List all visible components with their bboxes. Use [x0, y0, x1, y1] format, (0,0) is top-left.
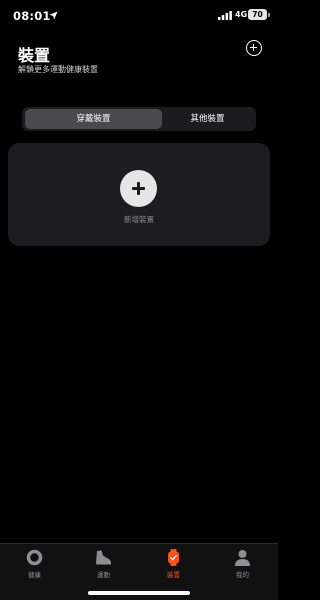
person-icon: [235, 550, 250, 566]
tab-health[interactable]: 健康: [0, 544, 69, 584]
health-ring-icon: [26, 549, 43, 566]
page-title: 裝置: [18, 46, 51, 65]
status-bar: 08:01 4G 70: [0, 0, 278, 34]
tab-health-label: 健康: [28, 571, 41, 579]
segment-other-devices[interactable]: 其他裝置: [162, 109, 253, 129]
tab-mine[interactable]: 我的: [208, 544, 277, 584]
add-device-label: 新增裝置: [124, 215, 154, 224]
tab-sport[interactable]: 運動: [69, 544, 138, 584]
tab-device-label: 裝置: [167, 571, 180, 579]
battery-cap: [268, 12, 270, 17]
shoe-icon: [96, 550, 111, 565]
segment-wearable-devices[interactable]: 穿戴裝置: [25, 109, 162, 129]
watch-icon: [168, 549, 179, 566]
battery-icon: 70: [248, 9, 267, 20]
status-time: 08:01: [13, 9, 51, 23]
network-type: 4G: [235, 10, 248, 19]
location-arrow-icon: [49, 11, 58, 20]
signal-icon: [218, 11, 232, 20]
add-icon[interactable]: [246, 40, 262, 56]
home-indicator: [88, 591, 190, 595]
page-subtitle[interactable]: 解鎖更多運動健康裝置: [18, 64, 98, 75]
add-device-button[interactable]: [120, 170, 157, 207]
tab-device[interactable]: 裝置: [139, 544, 208, 584]
tab-sport-label: 運動: [97, 571, 110, 579]
device-type-segment: 穿戴裝置 其他裝置: [22, 107, 256, 131]
tab-mine-label: 我的: [236, 571, 249, 579]
add-device-card[interactable]: 新增裝置: [8, 143, 270, 246]
